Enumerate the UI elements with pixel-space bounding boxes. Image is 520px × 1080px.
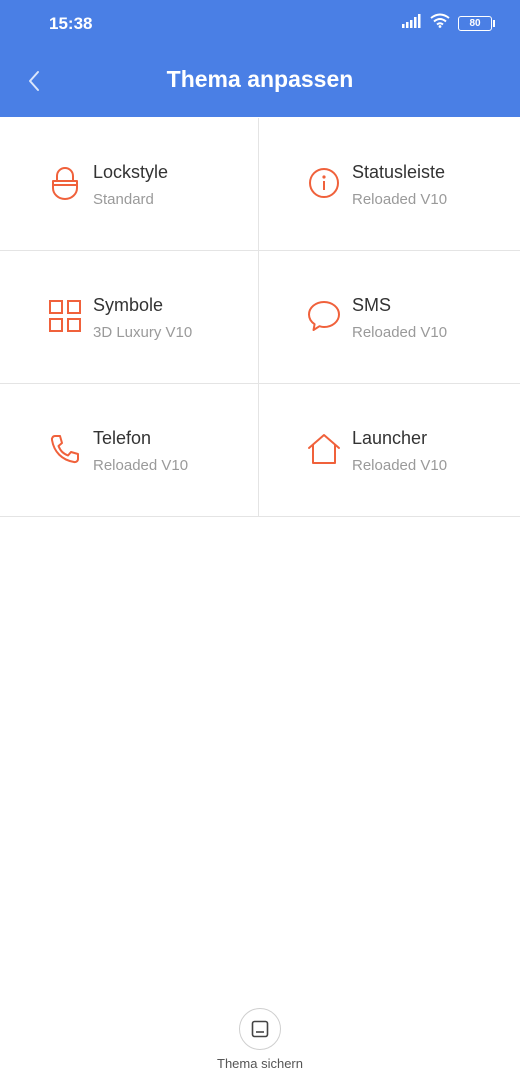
module-lockstyle[interactable]: Lockstyle Standard: [0, 118, 259, 251]
signal-icon: [402, 13, 422, 33]
module-label: Lockstyle: [93, 162, 169, 182]
save-theme-label: Thema sichern: [217, 1056, 303, 1071]
chat-bubble-icon: [307, 299, 341, 333]
app-bar: 15:38 80 Thema anpassen: [0, 0, 520, 117]
lock-icon: [48, 166, 82, 200]
page-title: Thema anpassen: [166, 66, 354, 92]
module-launcher[interactable]: Launcher Reloaded V10: [259, 384, 520, 517]
module-symbole[interactable]: Symbole 3D Luxury V10: [0, 251, 259, 384]
module-telefon[interactable]: Telefon Reloaded V10: [0, 384, 259, 517]
module-sms[interactable]: SMS Reloaded V10: [259, 251, 520, 384]
grid-icon: [48, 299, 82, 333]
save-theme-icon: [239, 1008, 281, 1050]
module-value: Reloaded V10: [93, 457, 189, 474]
status-icons: 80: [402, 12, 495, 34]
module-value: 3D Luxury V10: [93, 324, 193, 341]
module-value: Reloaded V10: [352, 191, 448, 208]
info-icon: [307, 166, 341, 200]
module-label: SMS: [352, 295, 392, 315]
module-value: Reloaded V10: [352, 324, 448, 341]
wifi-icon: [430, 13, 450, 33]
status-time: 15:38: [49, 14, 93, 33]
module-grid: Lockstyle Standard Statusleiste Reloaded…: [0, 118, 520, 517]
home-icon: [307, 432, 341, 466]
battery-icon: 80: [458, 15, 495, 31]
save-theme-button[interactable]: Thema sichern: [0, 1008, 520, 1071]
module-label: Statusleiste: [352, 162, 446, 182]
module-value: Reloaded V10: [352, 457, 448, 474]
module-value: Standard: [93, 191, 154, 208]
module-label: Launcher: [352, 428, 428, 448]
phone-icon: [48, 432, 82, 466]
module-label: Telefon: [93, 428, 152, 448]
module-label: Symbole: [93, 295, 164, 315]
module-statusleiste[interactable]: Statusleiste Reloaded V10: [259, 118, 520, 251]
